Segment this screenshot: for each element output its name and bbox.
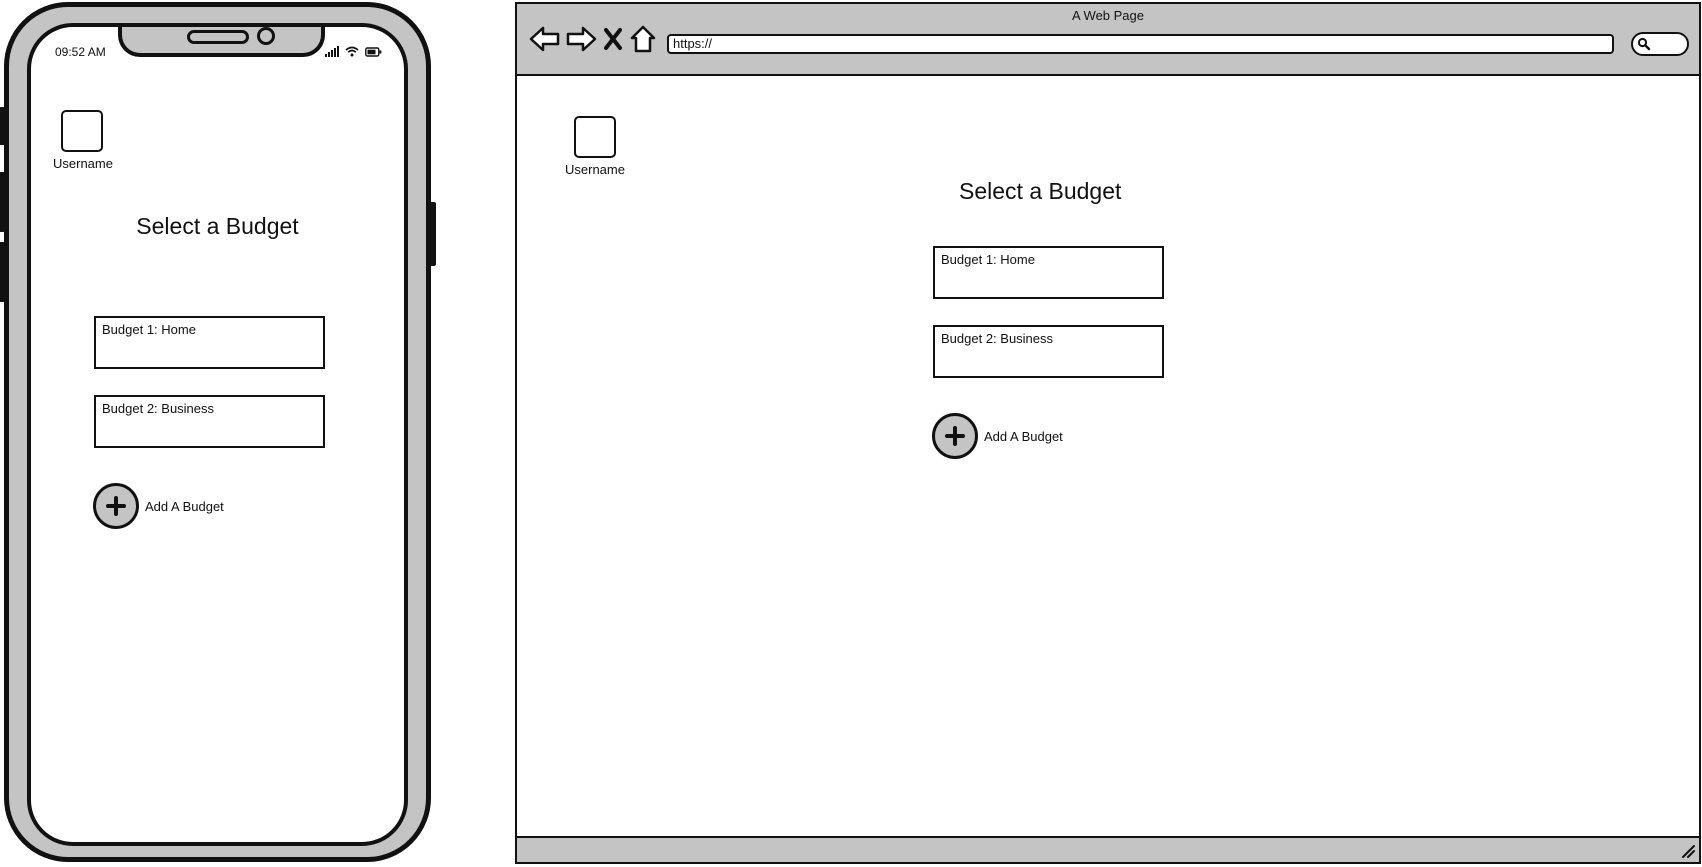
budget-card-label: Budget 1: Home bbox=[941, 252, 1035, 267]
back-arrow-icon[interactable] bbox=[529, 25, 561, 53]
add-budget-label: Add A Budget bbox=[984, 428, 1063, 444]
wifi-icon bbox=[345, 46, 359, 57]
browser-search-box[interactable] bbox=[1631, 32, 1689, 56]
phone-notch bbox=[118, 27, 325, 57]
phone-volume-up-button bbox=[0, 172, 5, 232]
phone-volume-down-button bbox=[0, 242, 5, 302]
phone-mockup: 09:52 AM Username Select a Budget Budget… bbox=[0, 2, 436, 862]
battery-icon bbox=[365, 47, 382, 57]
phone-mute-switch bbox=[0, 107, 5, 145]
search-icon bbox=[1637, 37, 1651, 51]
phone-camera bbox=[257, 27, 275, 45]
status-icons bbox=[325, 45, 382, 57]
budget-card-label: Budget 2: Business bbox=[102, 401, 215, 416]
budget-card-label: Budget 2: Business bbox=[941, 331, 1054, 346]
close-icon[interactable] bbox=[601, 25, 625, 53]
page-title: Select a Budget bbox=[136, 213, 299, 239]
budget-card-label: Budget 1: Home bbox=[102, 322, 196, 337]
signal-icon bbox=[325, 46, 339, 57]
budget-card-business[interactable]: Budget 2: Business bbox=[933, 325, 1164, 378]
add-budget-label: Add A Budget bbox=[145, 498, 224, 514]
resize-grip-icon[interactable] bbox=[1679, 842, 1695, 858]
phone-speaker bbox=[187, 30, 249, 44]
home-icon[interactable] bbox=[629, 24, 657, 54]
username-label: Username bbox=[565, 162, 625, 177]
browser-window: A Web Page https:// Username Select a Bu… bbox=[515, 2, 1701, 864]
budget-card-home[interactable]: Budget 1: Home bbox=[933, 246, 1164, 299]
phone-power-button bbox=[430, 202, 436, 266]
username-label: Username bbox=[53, 156, 113, 171]
add-budget-button[interactable]: Add A Budget bbox=[93, 483, 224, 529]
window-title: A Web Page bbox=[1071, 8, 1145, 23]
forward-arrow-icon[interactable] bbox=[565, 25, 597, 53]
status-time: 09:52 AM bbox=[55, 45, 106, 59]
avatar[interactable] bbox=[574, 116, 616, 158]
plus-icon[interactable] bbox=[93, 483, 139, 529]
budget-card-home[interactable]: Budget 1: Home bbox=[94, 316, 325, 369]
budget-card-business[interactable]: Budget 2: Business bbox=[94, 395, 325, 448]
page-title: Select a Budget bbox=[959, 178, 1122, 204]
plus-icon[interactable] bbox=[932, 413, 978, 459]
url-bar[interactable]: https:// bbox=[667, 34, 1614, 54]
browser-viewport: Username Select a Budget Budget 1: Home … bbox=[517, 74, 1699, 838]
phone-screen: 09:52 AM Username Select a Budget Budget… bbox=[27, 23, 408, 846]
browser-nav bbox=[529, 24, 657, 54]
add-budget-button[interactable]: Add A Budget bbox=[932, 413, 1063, 459]
avatar[interactable] bbox=[61, 110, 103, 152]
